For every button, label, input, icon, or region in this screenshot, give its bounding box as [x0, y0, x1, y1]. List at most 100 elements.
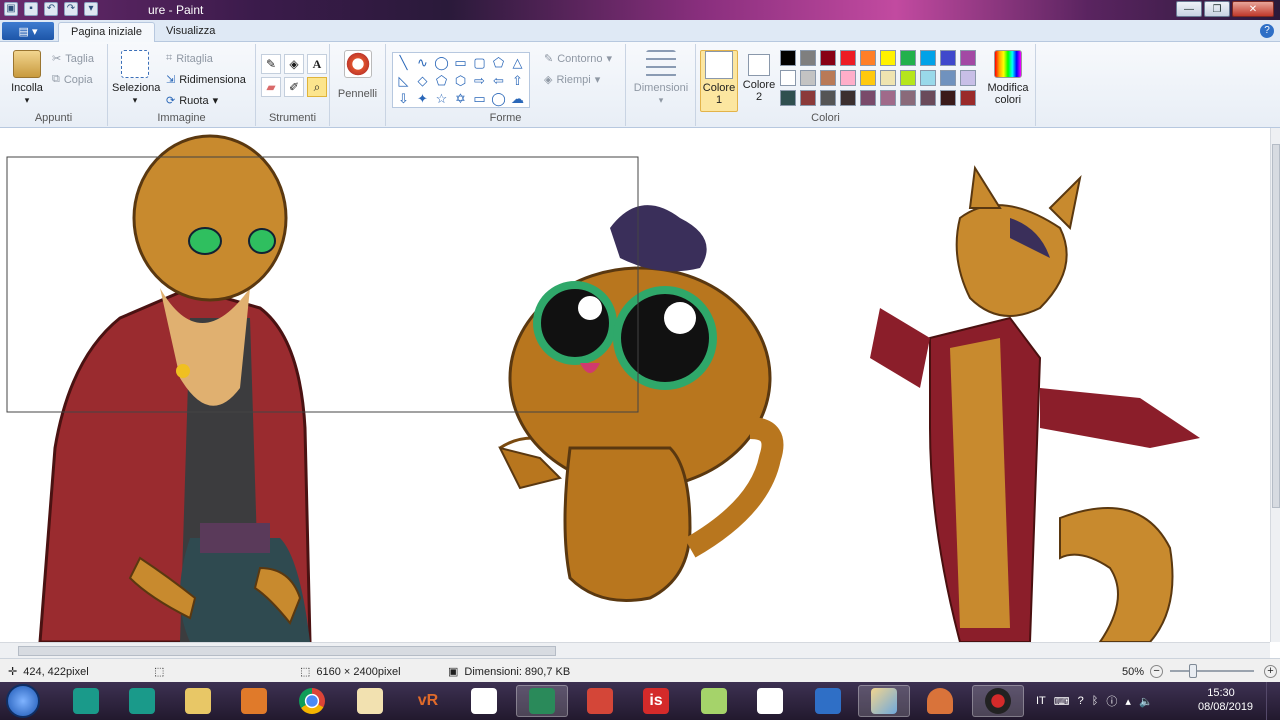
palette-color-swatch[interactable]	[780, 90, 796, 106]
info-icon[interactable]: ⓘ	[1106, 693, 1117, 709]
redo-icon[interactable]: ↷	[64, 2, 78, 16]
drawing-canvas[interactable]	[0, 128, 1270, 642]
outline-button[interactable]: ✎ Contorno ▾	[544, 52, 612, 66]
five-point-star-shape-icon[interactable]: ☆	[432, 90, 451, 108]
palette-color-swatch[interactable]	[960, 70, 976, 86]
four-point-star-shape-icon[interactable]: ✦	[413, 90, 432, 108]
file-menu-button[interactable]: ▤ ▾	[2, 22, 54, 40]
palette-color-swatch[interactable]	[860, 90, 876, 106]
bluetooth-icon[interactable]: ᛒ	[1092, 695, 1099, 707]
text-icon[interactable]: A	[307, 54, 327, 74]
horizontal-scroll-thumb[interactable]	[18, 646, 556, 656]
six-point-star-shape-icon[interactable]: ✡	[451, 90, 470, 108]
palette-color-swatch[interactable]	[880, 70, 896, 86]
tab-home[interactable]: Pagina iniziale	[58, 22, 155, 42]
color-picker-icon[interactable]: ✐	[284, 77, 304, 97]
resize-button[interactable]: ⇲ Ridimensiona	[166, 73, 246, 87]
taskbar-hat-app[interactable]	[914, 685, 966, 717]
palette-color-swatch[interactable]	[800, 70, 816, 86]
show-desktop-button[interactable]	[1266, 682, 1280, 720]
callout-oval-shape-icon[interactable]: ◯	[489, 90, 508, 108]
taskbar-folders[interactable]	[688, 685, 740, 717]
start-button[interactable]	[6, 684, 40, 718]
taskbar-translator[interactable]	[802, 685, 854, 717]
up-arrow-shape-icon[interactable]: ⇧	[508, 72, 527, 90]
maximize-button[interactable]: ❐	[1204, 1, 1230, 17]
taskbar-hp-app[interactable]	[516, 685, 568, 717]
palette-color-swatch[interactable]	[840, 70, 856, 86]
polygon-shape-icon[interactable]: ⬠	[489, 54, 508, 72]
select-button[interactable]: Seleziona ▾	[112, 50, 160, 106]
palette-color-swatch[interactable]	[920, 90, 936, 106]
taskbar-blank-document[interactable]	[458, 685, 510, 717]
brushes-button[interactable]	[334, 50, 382, 82]
taskbar-chrome[interactable]	[286, 685, 338, 717]
down-arrow-shape-icon[interactable]: ⇩	[394, 90, 413, 108]
palette-color-swatch[interactable]	[900, 50, 916, 66]
color1-button[interactable]: Colore 1	[700, 50, 738, 112]
callout-rectangle-shape-icon[interactable]: ▭	[470, 90, 489, 108]
save-icon[interactable]: ▪	[24, 2, 38, 16]
palette-color-swatch[interactable]	[860, 70, 876, 86]
left-arrow-shape-icon[interactable]: ⇦	[489, 72, 508, 90]
vertical-scroll-thumb[interactable]	[1272, 144, 1280, 508]
palette-color-swatch[interactable]	[880, 90, 896, 106]
shapes-gallery[interactable]: ╲ ∿ ◯ ▭ ▢ ⬠ △ ◺ ◇ ⬠ ⬡ ⇨ ⇦ ⇧ ⇩ ✦ ☆ ✡ ▭ ◯ …	[392, 52, 530, 108]
close-button[interactable]: ✕	[1232, 1, 1274, 17]
right-arrow-shape-icon[interactable]: ⇨	[470, 72, 489, 90]
language-indicator[interactable]: IT	[1036, 695, 1046, 707]
zoom-slider-track[interactable]	[1170, 670, 1254, 672]
zoom-slider-thumb[interactable]	[1189, 664, 1197, 678]
diamond-shape-icon[interactable]: ◇	[413, 72, 432, 90]
undo-icon[interactable]: ↶	[44, 2, 58, 16]
taskbar-file-explorer[interactable]	[172, 685, 224, 717]
taskbar-screenshot-app[interactable]	[744, 685, 796, 717]
palette-color-swatch[interactable]	[960, 50, 976, 66]
show-hidden-icons-icon[interactable]: ▴	[1125, 695, 1131, 708]
taskbar-credit-agricole-app-2[interactable]	[116, 685, 168, 717]
crop-button[interactable]: ⌗ Ritaglia	[166, 52, 213, 65]
hexagon-shape-icon[interactable]: ⬡	[451, 72, 470, 90]
palette-color-swatch[interactable]	[780, 50, 796, 66]
cut-button[interactable]: ✂ Taglia	[52, 52, 94, 66]
volume-icon[interactable]: 🔈	[1139, 695, 1153, 708]
rounded-rectangle-shape-icon[interactable]: ▢	[470, 54, 489, 72]
taskbar-media-player[interactable]	[228, 685, 280, 717]
taskbar-credit-agricole-app-1[interactable]	[60, 685, 112, 717]
taskbar-app-k[interactable]	[344, 685, 396, 717]
edit-colors-button[interactable]: Modifica colori	[984, 50, 1032, 106]
magnifier-icon[interactable]: ⌕	[307, 77, 327, 97]
palette-color-swatch[interactable]	[800, 90, 816, 106]
rotate-button[interactable]: ⟳ Ruota ▾	[166, 94, 218, 108]
palette-color-swatch[interactable]	[860, 50, 876, 66]
help-tray-icon[interactable]: ?	[1078, 695, 1084, 707]
palette-color-swatch[interactable]	[960, 90, 976, 106]
horizontal-scrollbar[interactable]	[0, 642, 1270, 658]
pentagon-shape-icon[interactable]: ⬠	[432, 72, 451, 90]
curve-shape-icon[interactable]: ∿	[413, 54, 432, 72]
right-triangle-shape-icon[interactable]: ◺	[394, 72, 413, 90]
palette-color-swatch[interactable]	[940, 70, 956, 86]
palette-color-swatch[interactable]	[900, 90, 916, 106]
zoom-out-icon[interactable]: −	[1150, 665, 1164, 678]
oval-shape-icon[interactable]: ◯	[432, 54, 451, 72]
customize-qat-icon[interactable]: ▾	[84, 2, 98, 16]
palette-color-swatch[interactable]	[840, 90, 856, 106]
line-shape-icon[interactable]: ╲	[394, 54, 413, 72]
palette-color-swatch[interactable]	[780, 70, 796, 86]
size-button[interactable]: Dimensioni ▾	[630, 50, 692, 106]
help-icon[interactable]: ?	[1260, 24, 1274, 38]
paint-app-icon[interactable]: ▣	[4, 2, 18, 16]
eraser-icon[interactable]: ▰	[261, 77, 281, 97]
minimize-button[interactable]: —	[1176, 1, 1202, 17]
palette-color-swatch[interactable]	[920, 70, 936, 86]
paste-button[interactable]: Incolla ▾	[6, 50, 48, 106]
palette-color-swatch[interactable]	[820, 90, 836, 106]
palette-color-swatch[interactable]	[940, 50, 956, 66]
taskbar-gmail[interactable]	[574, 685, 626, 717]
keyboard-icon[interactable]: ⌨	[1054, 695, 1070, 708]
tab-view[interactable]: Visualizza	[154, 22, 227, 42]
taskbar-vr-app[interactable]: vR	[402, 685, 454, 717]
triangle-shape-icon[interactable]: △	[508, 54, 527, 72]
taskbar-is-app[interactable]: is	[630, 685, 682, 717]
